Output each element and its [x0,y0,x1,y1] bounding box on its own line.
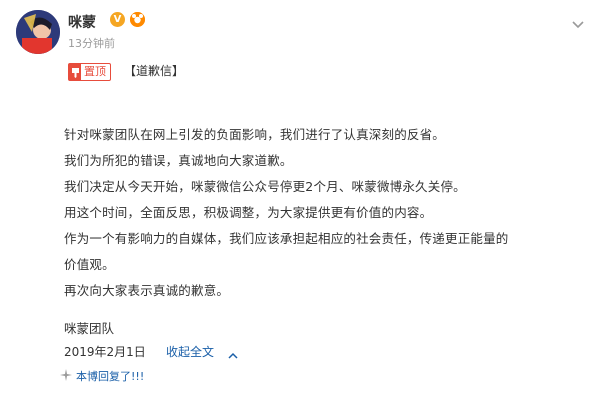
post-body-line: 作为一个有影响力的自媒体，我们应该承担起相应的社会责任，传递更正能量的 [64,231,509,246]
caret-up-icon[interactable] [228,346,238,359]
post-date: 2019年2月1日 [64,345,146,359]
verified-badge-icon: V [110,12,125,27]
post-body-line: 我们为所犯的错误，真诚地向大家道歉。 [64,153,293,168]
post-body-line: 价值观。 [64,257,115,272]
sparkle-icon [60,368,72,384]
post-timestamp[interactable]: 13分钟前 [68,35,115,51]
reply-label[interactable]: 本博回复了!!! [76,368,144,384]
chevron-down-icon[interactable] [570,16,586,32]
member-badge-icon [130,12,145,27]
pinned-label: 置顶 [84,65,106,78]
post-body-line: 我们决定从今天开始，咪蒙微信公众号停更2个月、咪蒙微博永久关停。 [64,179,466,194]
collapse-button[interactable]: 收起全文 [166,343,214,360]
username[interactable]: 咪蒙 [68,12,96,32]
post-signature: 咪蒙团队 [64,321,115,336]
pinned-badge: 置顶 [68,63,111,81]
post-body-line: 再次向大家表示真诚的歉意。 [64,283,230,298]
reply-indicator[interactable]: 本博回复了!!! [60,368,144,384]
avatar[interactable] [16,10,60,54]
avatar-image [16,10,60,54]
post-body-line: 针对咪蒙团队在网上引发的负面影响，我们进行了认真深刻的反省。 [64,127,446,142]
post-body-line: 用这个时间，全面反思，积极调整，为大家提供更有价值的内容。 [64,205,433,220]
post-tag: 【道歉信】 [124,64,185,78]
pin-icon [69,64,81,80]
